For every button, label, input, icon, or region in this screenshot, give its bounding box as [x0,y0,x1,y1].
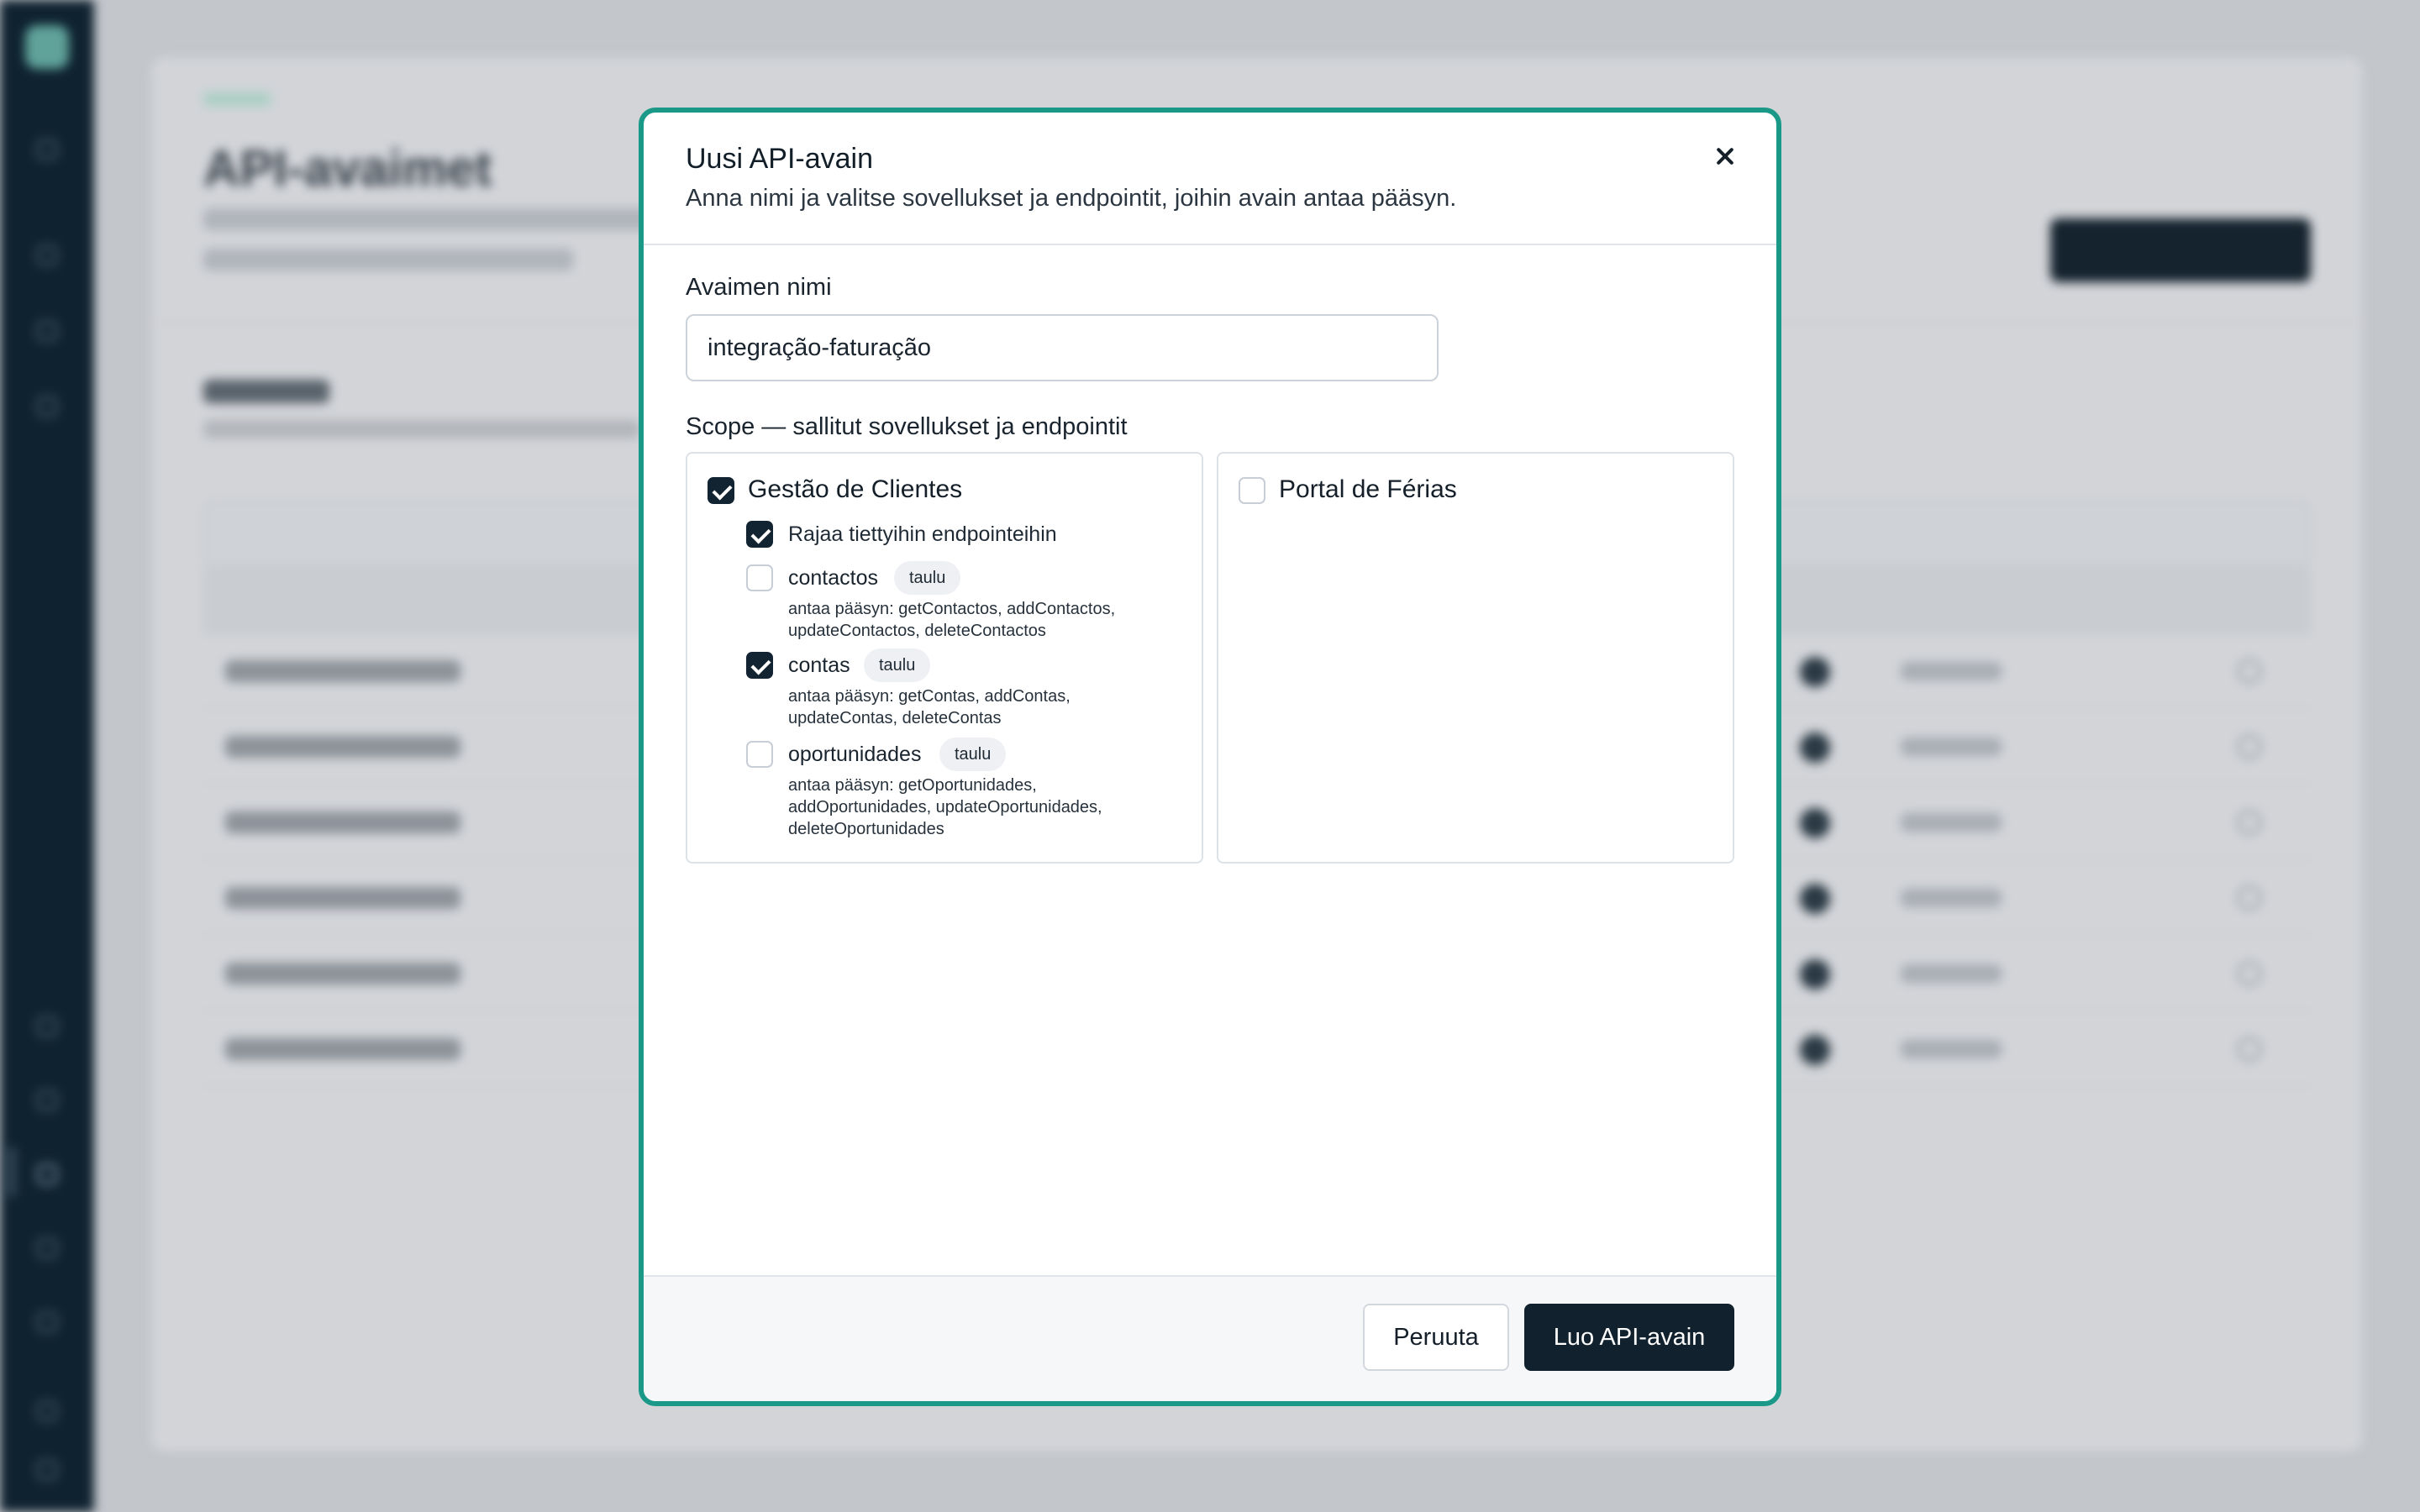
key-icon [37,1164,57,1184]
new-key-button [2050,218,2311,282]
endpoint-checkbox-contas[interactable] [746,652,773,679]
key-name-input[interactable] [686,314,1439,381]
active-indicator [8,1147,15,1197]
breadcrumb [203,92,271,106]
endpoint-type-badge: taulu [894,561,961,595]
scope-panel-gestao-de-clientes: Gestão de Clientes Rajaa tiettyihin endp… [686,452,1203,864]
endpoint-description: antaa pääsyn: getContas, addContas, upda… [788,687,1071,727]
endpoint-checkbox-contactos[interactable] [746,564,773,591]
endpoint-type-badge: taulu [864,648,931,682]
endpoint-description: antaa pääsyn: getOportunidades, addOport… [788,776,1102,838]
dialog-title: Uusi API-avain [686,143,873,175]
endpoint-type-badge: taulu [939,738,1007,771]
restrict-endpoints-label: Rajaa tiettyihin endpointeihin [788,522,1057,546]
endpoint-description: antaa pääsyn: getContactos, addContactos… [788,600,1116,640]
cancel-button[interactable]: Peruuta [1363,1304,1509,1371]
key-count-description [203,420,640,438]
scope-label: Scope — sallitut sovellukset ja endpoint… [686,413,1128,440]
app-name: Gestão de Clientes [748,475,963,503]
app-logo [25,25,69,69]
grid-icon [37,139,57,160]
plus-icon [37,396,57,417]
endpoint-name: contas [788,654,850,677]
dialog-footer: Peruuta Luo API-avain [644,1275,1776,1401]
scope-panel-portal-de-ferias: Portal de Férias [1217,452,1734,864]
dialog-header: Uusi API-avain Anna nimi ja valitse sove… [644,113,1776,245]
shield-icon [37,1238,57,1258]
rocket-icon [37,321,57,341]
page-description [203,249,573,270]
page-description [203,208,674,230]
close-icon[interactable] [1707,138,1744,175]
page-title: API-avaimet [203,140,492,197]
endpoint-name: oportunidades [788,743,922,766]
avatar [37,1401,57,1421]
logout-icon [37,1460,57,1480]
key-name-label: Avaimen nimi [686,274,832,301]
app-checkbox-gestao-de-clientes[interactable] [708,477,734,504]
create-api-key-button[interactable]: Luo API-avain [1524,1304,1734,1371]
endpoint-name: contactos [788,566,879,590]
gear-icon [37,1312,57,1332]
app-checkbox-portal-de-ferias[interactable] [1239,477,1265,504]
new-api-key-dialog: Uusi API-avain Anna nimi ja valitse sove… [639,108,1781,1406]
app-name: Portal de Férias [1279,475,1457,503]
users-icon [37,245,57,265]
key-count [203,380,329,403]
nav-rail [0,0,94,1512]
team-icon [37,1090,57,1110]
chart-icon [37,1016,57,1037]
dialog-subtitle: Anna nimi ja valitse sovellukset ja endp… [686,185,1457,212]
endpoint-checkbox-oportunidades[interactable] [746,741,773,768]
restrict-endpoints-checkbox[interactable] [746,521,773,548]
